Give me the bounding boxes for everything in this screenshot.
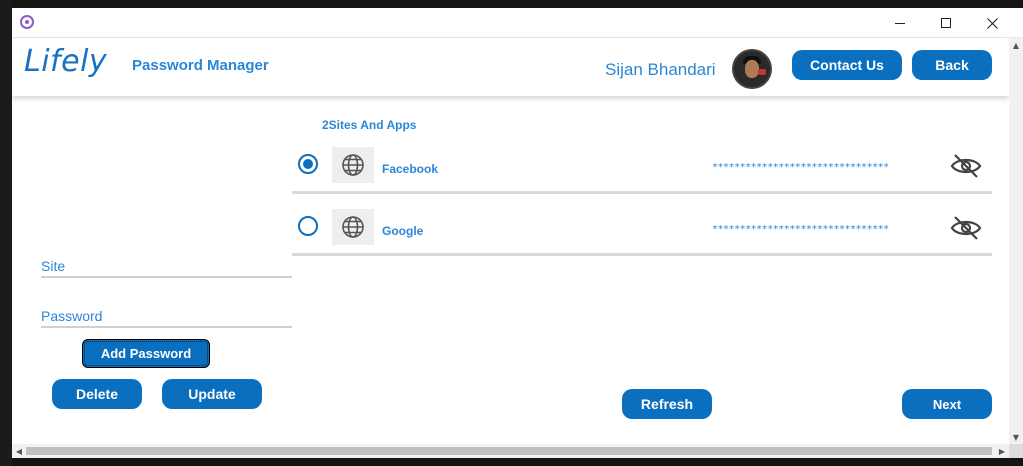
desktop-background-bottom bbox=[12, 458, 1023, 466]
delete-button[interactable]: Delete bbox=[52, 379, 142, 409]
scroll-down-icon[interactable]: ▼ bbox=[1009, 430, 1023, 444]
password-field[interactable]: Password bbox=[41, 306, 292, 328]
masked-password: ******************************** bbox=[712, 224, 889, 235]
avatar-face bbox=[745, 60, 759, 78]
refresh-button[interactable]: Refresh bbox=[622, 389, 712, 419]
avatar-accent bbox=[758, 69, 766, 75]
maximize-icon bbox=[941, 18, 951, 28]
toggle-visibility-button[interactable] bbox=[950, 152, 982, 180]
scrollbar-corner bbox=[1009, 444, 1023, 458]
app-header: Lifely Password Manager Sijan Bhandari C… bbox=[12, 38, 1009, 96]
next-button[interactable]: Next bbox=[902, 389, 992, 419]
title-bar bbox=[12, 8, 1023, 38]
sites-heading: 2Sites And Apps bbox=[322, 118, 417, 132]
scroll-up-icon[interactable]: ▲ bbox=[1009, 38, 1023, 52]
maximize-button[interactable] bbox=[923, 8, 969, 38]
list-item[interactable]: Facebook *******************************… bbox=[292, 140, 992, 194]
app-logo: Lifely bbox=[24, 44, 108, 79]
horizontal-scroll-thumb[interactable] bbox=[26, 447, 992, 455]
select-radio[interactable] bbox=[298, 154, 318, 174]
scroll-left-icon[interactable]: ◀ bbox=[12, 444, 26, 458]
desktop-background-top bbox=[12, 0, 1023, 8]
vertical-scrollbar[interactable]: ▲ ▼ bbox=[1009, 38, 1023, 444]
masked-password: ******************************** bbox=[712, 162, 889, 173]
list-item[interactable]: Google ******************************** bbox=[292, 202, 992, 256]
eye-off-icon bbox=[950, 154, 982, 178]
close-button[interactable] bbox=[969, 8, 1015, 38]
page-title: Password Manager bbox=[132, 57, 269, 74]
globe-icon bbox=[342, 216, 364, 238]
site-field[interactable]: Site bbox=[41, 256, 292, 278]
site-field-label: Site bbox=[41, 258, 66, 274]
globe-icon bbox=[342, 154, 364, 176]
eye-off-icon bbox=[950, 216, 982, 240]
select-radio[interactable] bbox=[298, 216, 318, 236]
minimize-button[interactable] bbox=[877, 8, 923, 38]
site-icon-box bbox=[332, 209, 374, 245]
avatar[interactable] bbox=[732, 49, 772, 89]
update-button[interactable]: Update bbox=[162, 379, 262, 409]
add-password-button[interactable]: Add Password bbox=[82, 339, 210, 368]
app-icon bbox=[20, 15, 34, 29]
app-window: Lifely Password Manager Sijan Bhandari C… bbox=[12, 8, 1023, 458]
horizontal-scrollbar[interactable]: ◀ ▶ bbox=[12, 444, 1009, 458]
scroll-right-icon[interactable]: ▶ bbox=[995, 444, 1009, 458]
back-button[interactable]: Back bbox=[912, 50, 992, 80]
site-name: Google bbox=[382, 224, 424, 238]
site-name: Facebook bbox=[382, 162, 439, 176]
site-icon-box bbox=[332, 147, 374, 183]
user-name: Sijan Bhandari bbox=[605, 60, 716, 79]
contact-us-button[interactable]: Contact Us bbox=[792, 50, 902, 80]
minimize-icon bbox=[895, 22, 905, 24]
close-icon bbox=[986, 17, 998, 29]
desktop-background-strip bbox=[0, 0, 12, 466]
toggle-visibility-button[interactable] bbox=[950, 214, 982, 242]
password-field-label: Password bbox=[41, 308, 103, 324]
